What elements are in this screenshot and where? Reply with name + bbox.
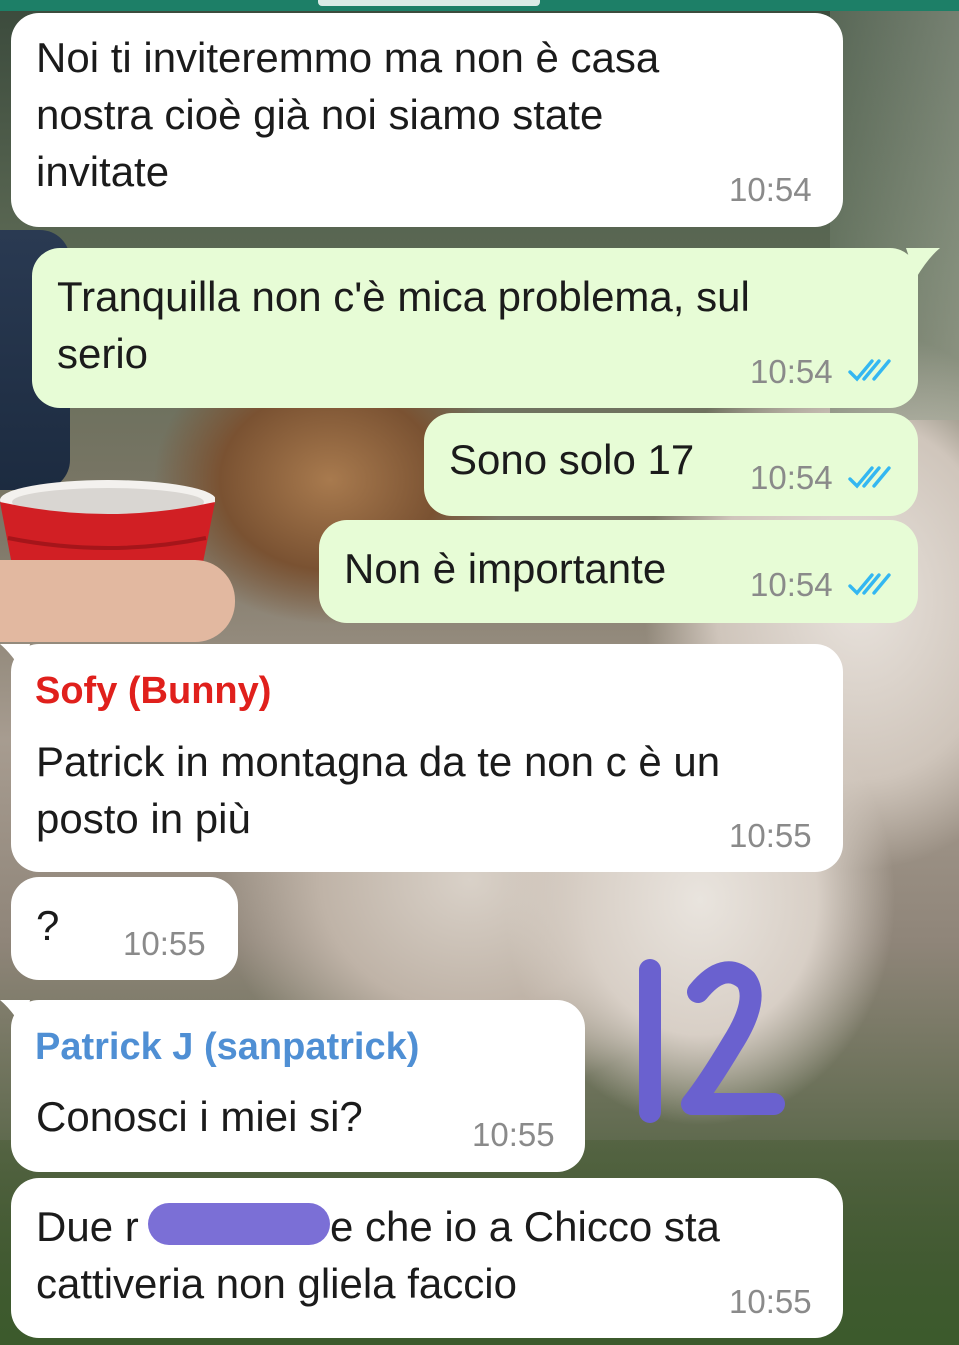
double-check-icon [848,573,891,596]
message-text-line: cattiveria non gliela faccio [36,1260,517,1307]
outgoing-message[interactable]: Sono solo 17 10:54 [424,413,918,516]
message-text-line: nostra cioè già noi siamo state [36,91,604,138]
message-timestamp: 10:55 [472,1116,555,1153]
chat-title-clipped [318,0,540,6]
message-timestamp: 10:54 [750,459,833,496]
outgoing-message[interactable]: Non è importante 10:54 [319,520,918,623]
message-text-line: Patrick in montagna da te non c è un [36,738,721,785]
outgoing-message[interactable]: Tranquilla non c'è mica problema, sul se… [32,248,918,408]
message-text-part: e che io a Chicco sta [330,1203,720,1250]
chat-header[interactable] [0,0,959,11]
message-timestamp: 10:55 [123,925,206,962]
message-text-line: posto in più [36,795,251,842]
message-text-line: invitate [36,148,170,195]
double-check-icon [848,466,891,489]
sender-name[interactable]: Sofy (Bunny) [35,670,271,713]
incoming-message[interactable]: Patrick J (sanpatrick) Conosci i miei si… [11,1000,585,1172]
message-timestamp: 10:54 [729,171,812,208]
incoming-message[interactable]: Noi ti inviteremmo ma non è casa nostra … [11,13,843,227]
double-check-icon [848,359,891,382]
message-text-part: Due r [36,1203,139,1250]
sender-name[interactable]: Patrick J (sanpatrick) [35,1026,419,1069]
message-timestamp: 10:55 [729,1283,812,1320]
message-text: Non è importante [344,545,667,592]
incoming-message[interactable]: ? 10:55 [11,877,238,980]
incoming-message[interactable]: Sofy (Bunny) Patrick in montagna da te n… [11,644,843,872]
message-text-line: Noi ti inviteremmo ma non è casa [36,34,660,81]
wallpaper-hand [0,560,235,642]
message-timestamp: 10:54 [750,353,833,390]
handwritten-annotation: 12 [639,959,785,1123]
message-text: Sono solo 17 [449,436,695,483]
bubble-tail [906,248,940,278]
message-timestamp: 10:54 [750,566,833,603]
message-text: ? [36,902,60,949]
message-text: Conosci i miei si? [36,1093,363,1140]
message-timestamp: 10:55 [729,817,812,854]
message-text-line: Tranquilla non c'è mica problema, sul [57,273,750,320]
redaction-scribble [148,1203,330,1245]
message-text-line: serio [57,330,149,377]
incoming-message[interactable]: Due r e che io a Chicco sta cattiveria n… [11,1178,843,1338]
